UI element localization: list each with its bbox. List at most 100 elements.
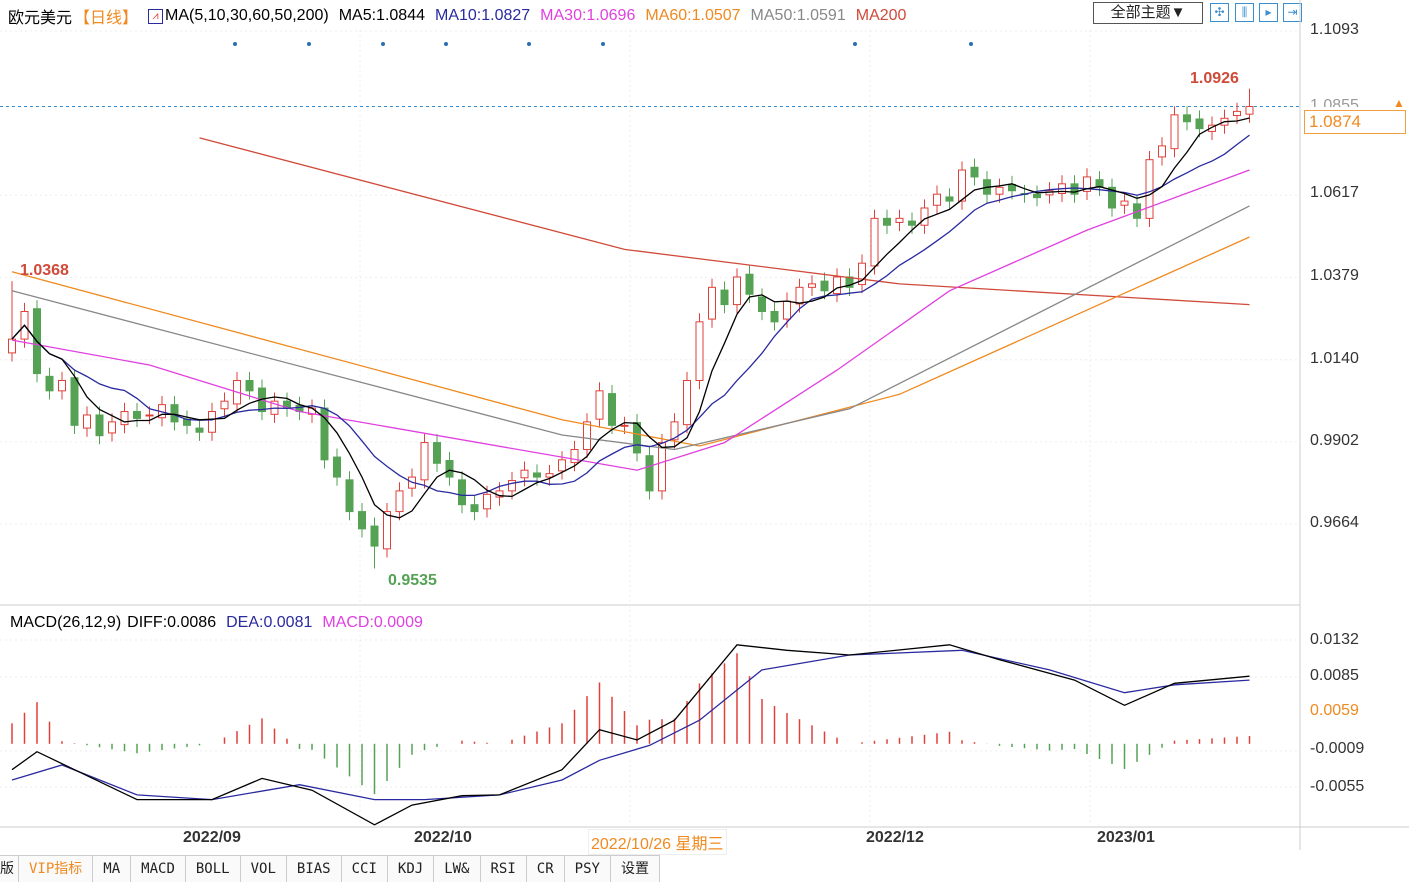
hidden-price-tick: 1.0855	[1310, 97, 1359, 107]
candle-up	[895, 217, 904, 223]
candle-up	[1158, 145, 1166, 158]
candle-up	[108, 421, 116, 434]
candle-down	[245, 379, 254, 392]
macd-tick: -0.0009	[1310, 740, 1365, 757]
candle-up	[395, 490, 404, 513]
left-high-annotation: 1.0368	[20, 262, 69, 279]
candle-up	[933, 193, 941, 206]
tab-6[interactable]: BIAS	[286, 856, 342, 882]
price-tick: 1.0140	[1310, 350, 1359, 367]
event-marker	[853, 42, 857, 46]
low-annotation: 0.9535	[388, 572, 437, 589]
candle-down	[883, 217, 891, 226]
candle-up	[520, 469, 529, 479]
macd-value: MACD:0.0009	[322, 614, 423, 631]
candle-down	[445, 460, 454, 478]
tab-7[interactable]: CCI	[341, 856, 388, 882]
candle-up	[570, 448, 579, 464]
tab-10[interactable]: RSI	[480, 856, 527, 882]
macd-params: MACD(26,12,9)	[10, 614, 122, 631]
ma5-line	[11, 117, 1250, 519]
ma50-line	[11, 205, 1250, 451]
candle-down	[970, 166, 979, 178]
candle-down	[370, 525, 379, 547]
candle-up	[558, 459, 566, 472]
price-tick: 0.9664	[1310, 514, 1359, 531]
tab-8[interactable]: KDJ	[387, 856, 435, 882]
tab-5[interactable]: VOL	[240, 856, 287, 882]
candle-up	[1120, 200, 1129, 206]
date-label: 2023/01	[1097, 829, 1155, 846]
tab-12[interactable]: PSY	[564, 856, 611, 882]
candle-down	[1183, 114, 1191, 123]
candle-down	[195, 427, 204, 433]
price-tick: 0.9902	[1310, 432, 1359, 449]
candle-up	[583, 421, 591, 450]
candle-down	[45, 375, 54, 392]
candle-up	[733, 276, 741, 306]
candle-up	[958, 169, 966, 202]
event-marker	[444, 42, 448, 46]
date-label: 2022/10	[414, 829, 472, 846]
candle-down	[758, 296, 766, 312]
tab-1[interactable]: VIP指标	[19, 856, 94, 882]
candle-down	[1195, 118, 1204, 130]
candle-up	[833, 276, 841, 295]
tab-13[interactable]: 设置	[610, 856, 660, 882]
tab-11[interactable]: CR	[526, 856, 565, 882]
candle-up	[683, 379, 691, 426]
current-price-arrow-icon: ▲	[1393, 96, 1405, 110]
candle-down	[1033, 193, 1041, 199]
candle-down	[820, 280, 829, 292]
current-price-label: 1.0874	[1304, 110, 1406, 134]
macd-tick: -0.0055	[1310, 778, 1365, 795]
candle-down	[720, 289, 729, 306]
candle-down	[170, 404, 179, 423]
macd-header: MACD(26,12,9) DIFF:0.0086 DEA:0.0081 MAC…	[10, 614, 423, 632]
ma60-line	[11, 236, 1250, 447]
dea-line	[11, 649, 1250, 801]
price-tick: 1.0379	[1310, 267, 1359, 284]
candle-up	[795, 286, 804, 305]
candle-up	[58, 379, 66, 392]
crosshair-date: 2022/10/26 星期三	[588, 829, 727, 855]
candle-down	[70, 377, 79, 426]
candle-up	[83, 414, 91, 429]
macd-tick: 0.0132	[1310, 631, 1359, 648]
macd-diff: DIFF:0.0086	[127, 614, 217, 631]
price-chart[interactable]	[0, 0, 1409, 884]
candle-down	[633, 422, 641, 454]
candle-up	[870, 217, 879, 267]
candle-up	[120, 411, 129, 426]
tab-3[interactable]: MACD	[131, 856, 186, 882]
candle-up	[1145, 159, 1154, 219]
tab-9[interactable]: LW&	[434, 856, 481, 882]
candle-up	[145, 414, 154, 417]
candle-down	[645, 455, 654, 492]
candle-up	[1233, 110, 1241, 117]
candle-up	[708, 286, 716, 320]
candle-up	[1170, 114, 1179, 150]
high-annotation: 1.0926	[1190, 70, 1239, 87]
macd-tick: 0.0085	[1310, 667, 1359, 684]
candle-down	[745, 273, 754, 295]
candle-up	[208, 411, 216, 433]
ma10-line	[11, 134, 1250, 497]
candle-up	[420, 442, 429, 481]
tab-2[interactable]: MA	[93, 856, 132, 882]
tab-4[interactable]: BOLL	[185, 856, 241, 882]
candle-up	[808, 283, 816, 288]
candle-down	[608, 393, 616, 426]
candle-up	[695, 321, 704, 381]
event-marker	[527, 42, 531, 46]
candle-up	[508, 480, 516, 492]
candle-up	[620, 424, 629, 427]
candle-down	[770, 310, 779, 323]
tab-0[interactable]: 版	[0, 856, 19, 882]
candle-down	[133, 411, 141, 419]
event-marker	[233, 42, 237, 46]
candle-up	[1245, 106, 1254, 115]
candle-up	[783, 300, 791, 320]
candle-down	[333, 456, 341, 478]
indicator-tabs: 版 VIP指标 MA MACD BOLL VOL BIAS CCI KDJ LW& RSI CR PSY…	[0, 855, 660, 882]
